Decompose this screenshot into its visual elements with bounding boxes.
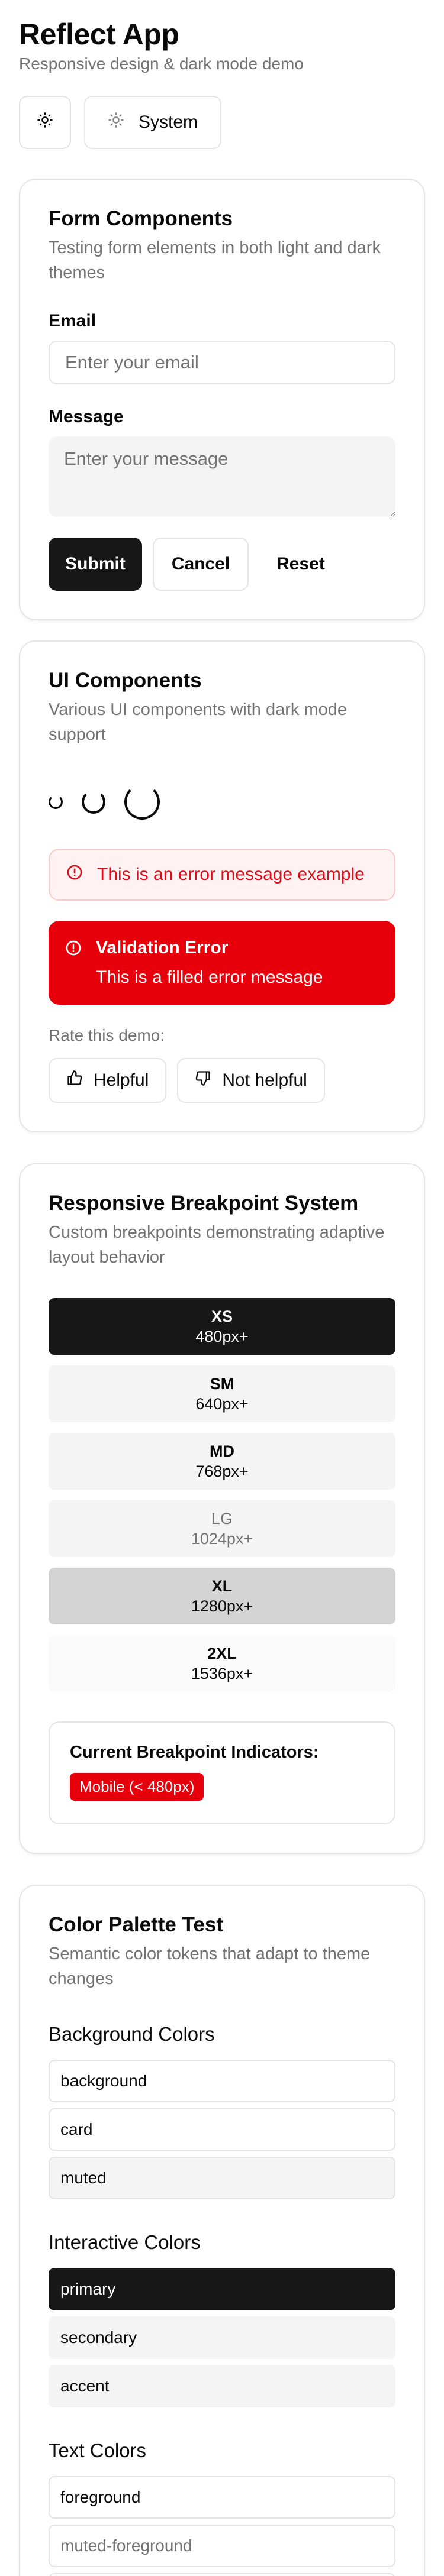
swatch-accent: accent	[49, 2365, 395, 2407]
breakpoint-size: 480px+	[195, 1328, 249, 1345]
breakpoint-size: 768px+	[195, 1462, 249, 1480]
not-helpful-label: Not helpful	[222, 1070, 307, 1090]
swatch-muted-foreground: muted-foreground	[49, 2525, 395, 2567]
card-title: Color Palette Test	[49, 1913, 223, 1936]
breakpoint-item-lg: LG 1024px+	[49, 1500, 395, 1557]
app-root: Reflect App Responsive design & dark mod…	[0, 0, 444, 2576]
system-theme-button[interactable]: System	[84, 96, 222, 149]
breakpoint-name: XL	[211, 1577, 233, 1595]
breakpoint-name: SM	[210, 1375, 234, 1393]
card-title: UI Components	[49, 669, 202, 692]
alert-circle-icon	[65, 940, 82, 961]
text-colors-heading: Text Colors	[49, 2439, 147, 2461]
card-description: Various UI components with dark mode sup…	[49, 700, 347, 744]
ui-components-card: UI Components Various UI components with…	[19, 640, 425, 1132]
submit-button[interactable]: Submit	[49, 538, 142, 591]
sun-icon	[108, 112, 124, 133]
loading-spinner-icon	[49, 795, 63, 809]
swatch-foreground: foreground	[49, 2476, 395, 2519]
form-actions: Submit Cancel Reset	[49, 538, 395, 591]
card-title: Form Components	[49, 207, 233, 230]
swatch-card: card	[49, 2108, 395, 2151]
breakpoint-item-2xl: 2XL 1536px+	[49, 1635, 395, 1692]
breakpoint-item-sm: SM 640px+	[49, 1365, 395, 1422]
interactive-colors-heading: Interactive Colors	[49, 2231, 201, 2253]
swatch-background: background	[49, 2060, 395, 2102]
thumbs-up-icon	[66, 1070, 83, 1091]
message-label: Message	[49, 407, 124, 426]
not-helpful-button[interactable]: Not helpful	[177, 1058, 325, 1103]
loading-spinner-icon	[124, 784, 160, 820]
breakpoint-list: XS 480px+ SM 640px+ MD 768px+ LG 1024px+ XL 1280p…	[49, 1298, 395, 1692]
error-alert: This is an error message example	[49, 849, 395, 901]
loading-spinner-icon	[82, 790, 105, 814]
app-subtitle: Responsive design & dark mode demo	[19, 54, 304, 73]
swatch-destructive: destructive	[49, 2573, 395, 2576]
email-field[interactable]	[49, 341, 395, 384]
helpful-button[interactable]: Helpful	[49, 1058, 167, 1103]
card-description: Semantic color tokens that adapt to them…	[49, 1944, 371, 1988]
light-theme-button[interactable]	[19, 96, 71, 149]
email-label: Email	[49, 311, 96, 331]
swatch-primary: primary	[49, 2268, 395, 2310]
alert-circle-icon	[66, 864, 83, 885]
message-field[interactable]	[49, 436, 395, 517]
alert-title: Validation Error	[96, 938, 229, 957]
breakpoint-name: LG	[211, 1510, 233, 1528]
breakpoint-name: XS	[211, 1308, 233, 1325]
system-theme-label: System	[139, 112, 198, 132]
form-components-card: Form Components Testing form elements in…	[19, 179, 425, 620]
breakpoint-item-xs: XS 480px+	[49, 1298, 395, 1355]
background-swatches: background card muted	[49, 2060, 395, 2199]
thumbs-down-icon	[195, 1070, 211, 1091]
breakpoint-card: Responsive Breakpoint System Custom brea…	[19, 1163, 425, 1854]
swatch-secondary: secondary	[49, 2316, 395, 2359]
interactive-swatches: primary secondary accent	[49, 2268, 395, 2407]
helpful-label: Helpful	[94, 1070, 149, 1090]
breakpoint-badge: Mobile (< 480px)	[70, 1773, 204, 1801]
cancel-button[interactable]: Cancel	[153, 538, 249, 591]
rate-label: Rate this demo:	[49, 1026, 165, 1044]
text-swatches: foreground muted-foreground destructive	[49, 2476, 395, 2576]
card-description: Custom breakpoints demonstrating adaptiv…	[49, 1223, 385, 1267]
breakpoint-item-md: MD 768px+	[49, 1433, 395, 1490]
breakpoint-size: 640px+	[195, 1395, 249, 1413]
spinner-row	[49, 781, 395, 823]
alert-text: This is a filled error message	[96, 967, 323, 987]
breakpoint-item-xl: XL 1280px+	[49, 1568, 395, 1624]
rating-buttons: Helpful Not helpful	[49, 1058, 395, 1103]
swatch-muted: muted	[49, 2157, 395, 2199]
color-palette-card: Color Palette Test Semantic color tokens…	[19, 1885, 425, 2576]
breakpoint-size: 1536px+	[191, 1665, 253, 1682]
card-title: Responsive Breakpoint System	[49, 1192, 359, 1215]
breakpoint-size: 1280px+	[191, 1597, 253, 1615]
alert-text: This is an error message example	[97, 865, 365, 884]
theme-toggle-group: System	[19, 96, 425, 149]
app-title: Reflect App	[19, 18, 179, 51]
breakpoint-name: 2XL	[207, 1645, 237, 1662]
breakpoint-indicator-box: Current Breakpoint Indicators: Mobile (<…	[49, 1721, 395, 1824]
indicator-title: Current Breakpoint Indicators:	[70, 1743, 319, 1762]
card-description: Testing form elements in both light and …	[49, 238, 381, 282]
sun-icon	[37, 112, 53, 133]
reset-button[interactable]: Reset	[259, 538, 342, 591]
breakpoint-size: 1024px+	[191, 1530, 253, 1548]
background-colors-heading: Background Colors	[49, 2023, 215, 2045]
breakpoint-name: MD	[210, 1442, 234, 1460]
validation-error-alert: Validation Error This is a filled error …	[49, 921, 395, 1005]
